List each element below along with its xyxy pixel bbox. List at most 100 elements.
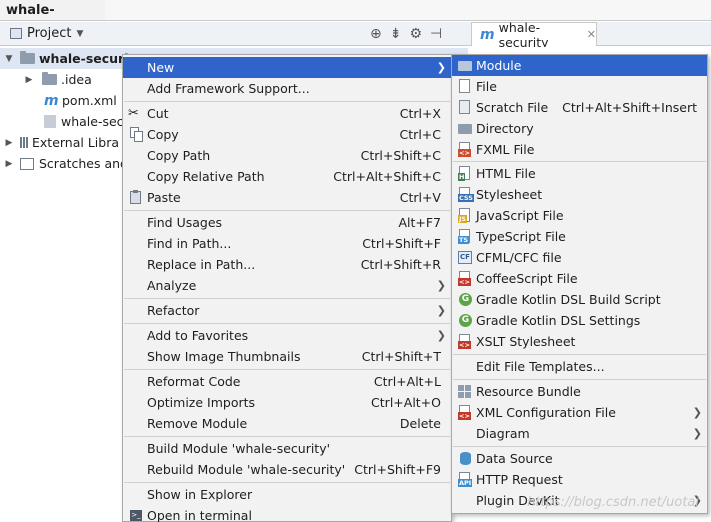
tree-item-label: Scratches and — [39, 156, 128, 171]
chevron-down-icon[interactable]: ▼ — [76, 29, 83, 39]
submenu-item-gradle-settings[interactable]: G Gradle Kotlin DSL Settings — [452, 310, 707, 331]
locate-icon[interactable]: ⊕ — [370, 26, 382, 42]
menu-item-refactor[interactable]: Refactor ❯ — [123, 300, 451, 321]
menu-item-label: Scratch File — [476, 100, 549, 115]
menu-item-label: Rebuild Module 'whale-security' — [147, 462, 346, 477]
menu-item-shortcut: Ctrl+Alt+Shift+Insert — [562, 100, 697, 115]
expand-arrow-icon[interactable]: ▼ — [4, 54, 14, 64]
menu-item-add-to-favorites[interactable]: Add to Favorites ❯ — [123, 325, 451, 346]
menu-item-rebuild-module[interactable]: Rebuild Module 'whale-security' Ctrl+Shif… — [123, 459, 451, 480]
submenu-item-resource-bundle[interactable]: Resource Bundle — [452, 381, 707, 402]
submenu-item-html-file[interactable]: H HTML File — [452, 163, 707, 184]
project-title: Project — [27, 26, 72, 41]
menu-item-shortcut: Delete — [399, 416, 441, 431]
menu-item-label: Gradle Kotlin DSL Settings — [476, 313, 641, 328]
hide-icon[interactable]: ⊣ — [430, 26, 442, 42]
menu-item-label: Show in Explorer — [147, 487, 253, 502]
menu-separator — [124, 436, 450, 437]
menu-separator — [453, 446, 706, 447]
menu-item-label: Remove Module — [147, 416, 248, 431]
menu-separator — [124, 210, 450, 211]
menu-item-analyze[interactable]: Analyze ❯ — [123, 275, 451, 296]
menu-item-label: HTML File — [476, 166, 536, 181]
xslt-icon: <> — [457, 334, 473, 349]
submenu-item-file[interactable]: File — [452, 76, 707, 97]
editor-tab-strip: m whale-security ✕ — [468, 20, 711, 50]
editor-tab[interactable]: m whale-security ✕ — [471, 20, 597, 50]
iml-file-icon — [44, 115, 56, 128]
submenu-item-http-request[interactable]: API HTTP Request — [452, 469, 707, 490]
menu-item-label: XML Configuration File — [476, 405, 616, 420]
submenu-item-directory[interactable]: Directory — [452, 118, 707, 139]
collapse-all-icon[interactable]: ⇟ — [390, 26, 402, 42]
expand-arrow-icon[interactable]: ▶ — [4, 159, 14, 169]
menu-item-add-framework-support[interactable]: Add Framework Support... — [123, 78, 451, 99]
submenu-item-typescript-file[interactable]: TS TypeScript File — [452, 226, 707, 247]
submenu-item-coffeescript-file[interactable]: <> CoffeeScript File — [452, 268, 707, 289]
submenu-item-cfml-file[interactable]: CF CFML/CFC file — [452, 247, 707, 268]
submenu-item-xml-configuration-file[interactable]: <> XML Configuration File ❯ — [452, 402, 707, 423]
tree-item-label: .idea — [61, 72, 92, 87]
submenu-item-javascript-file[interactable]: JS JavaScript File — [452, 205, 707, 226]
menu-item-show-image-thumbnails[interactable]: Show Image Thumbnails Ctrl+Shift+T — [123, 346, 451, 367]
submenu-item-fxml-file[interactable]: <> FXML File — [452, 139, 707, 160]
chevron-right-icon: ❯ — [436, 329, 446, 342]
menu-item-build-module[interactable]: Build Module 'whale-security' — [123, 438, 451, 459]
project-view-selector[interactable]: Project ▼ — [10, 26, 83, 41]
menu-item-optimize-imports[interactable]: Optimize Imports Ctrl+Alt+O — [123, 392, 451, 413]
menu-item-shortcut: Ctrl+Shift+F9 — [354, 462, 441, 477]
close-icon[interactable]: ✕ — [587, 28, 596, 41]
submenu-item-module[interactable]: Module — [452, 55, 707, 76]
menu-item-label: HTTP Request — [476, 472, 563, 487]
menu-item-reformat-code[interactable]: Reformat Code Ctrl+Alt+L — [123, 371, 451, 392]
tree-item-label: External Libra — [32, 135, 120, 150]
menu-item-label: New — [147, 60, 175, 75]
menu-item-label: Build Module 'whale-security' — [147, 441, 331, 456]
coffeescript-icon: <> — [457, 271, 473, 286]
expand-arrow-icon[interactable]: ▶ — [24, 75, 34, 85]
menu-item-copy[interactable]: Copy Ctrl+C — [123, 124, 451, 145]
menu-separator — [124, 298, 450, 299]
database-icon — [457, 451, 473, 466]
menu-item-remove-module[interactable]: Remove Module Delete — [123, 413, 451, 434]
menu-item-show-in-explorer[interactable]: Show in Explorer — [123, 484, 451, 505]
terminal-icon: >_ — [130, 510, 142, 521]
menu-item-label: CFML/CFC file — [476, 250, 562, 265]
menu-item-label: Cut — [147, 106, 169, 121]
submenu-item-scratch-file[interactable]: Scratch File Ctrl+Alt+Shift+Insert — [452, 97, 707, 118]
menu-item-paste[interactable]: Paste Ctrl+V — [123, 187, 451, 208]
menu-item-label: JavaScript File — [476, 208, 564, 223]
submenu-item-stylesheet[interactable]: CSS Stylesheet — [452, 184, 707, 205]
expand-arrow-icon[interactable]: ▶ — [4, 138, 14, 148]
editor-tab-label: whale-security — [498, 19, 549, 50]
submenu-item-diagram[interactable]: Diagram ❯ — [452, 423, 707, 444]
css-icon: CSS — [457, 187, 474, 202]
menu-item-shortcut: Ctrl+Shift+C — [360, 148, 441, 163]
folder-icon — [42, 72, 57, 85]
menu-item-label: Resource Bundle — [476, 384, 581, 399]
submenu-item-gradle-build-script[interactable]: G Gradle Kotlin DSL Build Script — [452, 289, 707, 310]
menu-item-copy-path[interactable]: Copy Path Ctrl+Shift+C — [123, 145, 451, 166]
api-icon: API — [457, 472, 473, 487]
submenu-item-xslt-stylesheet[interactable]: <> XSLT Stylesheet — [452, 331, 707, 352]
breadcrumb-bar — [105, 0, 711, 21]
project-icon — [10, 28, 22, 39]
submenu-item-data-source[interactable]: Data Source — [452, 448, 707, 469]
menu-item-copy-relative-path[interactable]: Copy Relative Path Ctrl+Alt+Shift+C — [123, 166, 451, 187]
menu-item-find-in-path[interactable]: Find in Path... Ctrl+Shift+F — [123, 233, 451, 254]
cf-icon: CF — [457, 250, 473, 265]
new-submenu: Module File Scratch File Ctrl+Alt+Shift+I… — [451, 54, 708, 514]
menu-item-label: Optimize Imports — [147, 395, 256, 410]
submenu-item-edit-file-templates[interactable]: Edit File Templates... — [452, 356, 707, 377]
menu-item-label: Replace in Path... — [147, 257, 256, 272]
chevron-right-icon: ❯ — [692, 427, 702, 440]
breadcrumb[interactable]: whale-security — [0, 0, 111, 39]
menu-item-replace-in-path[interactable]: Replace in Path... Ctrl+Shift+R — [123, 254, 451, 275]
menu-item-shortcut: Ctrl+Shift+R — [360, 257, 441, 272]
tree-item-label: pom.xml — [62, 93, 117, 108]
menu-item-open-in-terminal[interactable]: >_ Open in terminal — [123, 505, 451, 522]
menu-item-find-usages[interactable]: Find Usages Alt+F7 — [123, 212, 451, 233]
menu-item-new[interactable]: New ❯ — [123, 57, 451, 78]
gear-icon[interactable]: ⚙ — [409, 26, 422, 42]
menu-item-cut[interactable]: ✂ Cut Ctrl+X — [123, 103, 451, 124]
